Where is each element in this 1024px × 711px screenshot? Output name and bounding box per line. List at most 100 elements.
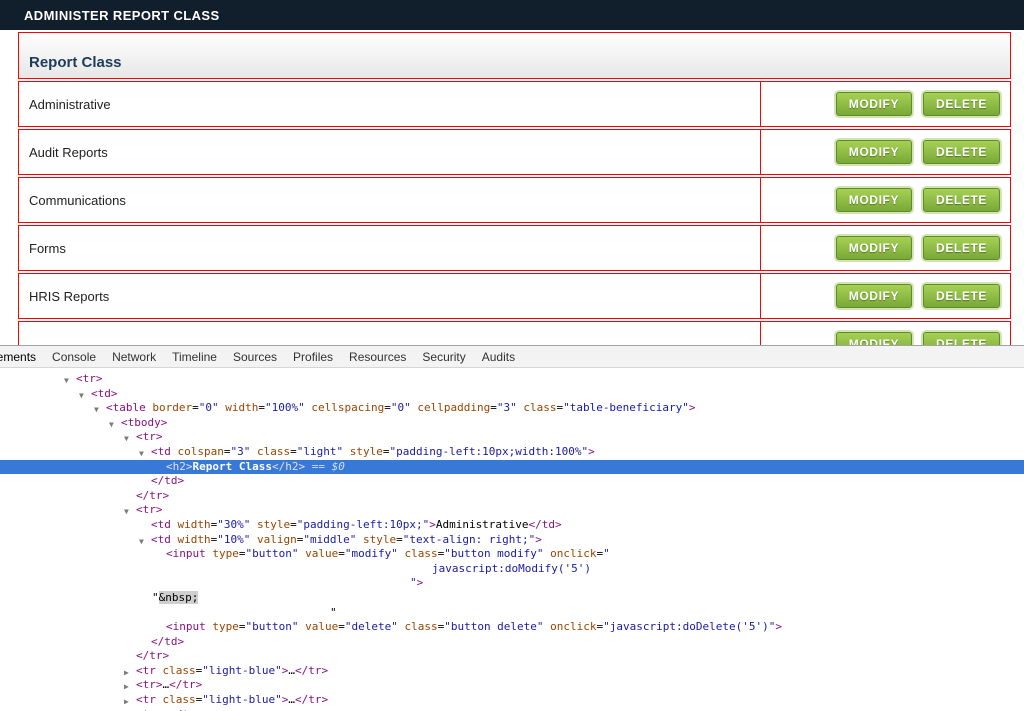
code-token: </h2>: [272, 460, 305, 473]
tab-timeline[interactable]: Timeline: [164, 346, 225, 367]
row-label: Administrative: [19, 82, 761, 126]
code-token: "0": [391, 401, 411, 414]
dom-tree-line[interactable]: ▶<tr class="light-blue">…</tr>: [0, 664, 1024, 679]
dom-tree-line[interactable]: ▶<tr>…</tr>: [0, 708, 1024, 711]
code-token: <h2>: [166, 460, 193, 473]
tab-security[interactable]: Security: [414, 346, 473, 367]
dom-tree-line[interactable]: ▼<tr>: [0, 430, 1024, 445]
modify-button[interactable]: MODIFY: [836, 188, 912, 212]
code-token: "3": [230, 445, 250, 458]
dom-tree-line[interactable]: </td>: [0, 635, 1024, 650]
tab-audits[interactable]: Audits: [474, 346, 523, 367]
delete-button[interactable]: DELETE: [923, 332, 1000, 345]
code-token: valign: [257, 533, 297, 546]
code-token: =: [290, 445, 297, 458]
code-token: "modify": [345, 547, 398, 560]
devtools-tabbar: ElementsConsoleNetworkTimelineSourcesPro…: [0, 346, 1024, 368]
code-token: class: [163, 664, 196, 677]
tab-sources[interactable]: Sources: [225, 346, 285, 367]
code-token: "button modify": [444, 547, 543, 560]
code-token: "middle": [303, 533, 356, 546]
code-token: <td: [151, 445, 178, 458]
delete-button[interactable]: DELETE: [923, 236, 1000, 260]
code-token: =: [384, 401, 391, 414]
code-token: =: [290, 518, 297, 531]
code-token: </tr>: [169, 678, 202, 691]
table-row: HRIS ReportsMODIFYDELETE: [18, 273, 1011, 319]
code-token: ": [603, 547, 610, 560]
code-token: class: [404, 620, 437, 633]
tab-elements[interactable]: Elements: [0, 346, 44, 367]
code-token: class: [404, 547, 437, 560]
dom-tree-line[interactable]: ▶<tr class="light-blue">…</tr>: [0, 693, 1024, 708]
code-token: >: [775, 620, 782, 633]
code-token: class: [163, 693, 196, 706]
dom-tree-line[interactable]: <input type="button" value="delete" clas…: [0, 620, 1024, 635]
row-label: Forms: [19, 226, 761, 270]
code-token: "3": [497, 401, 517, 414]
delete-button[interactable]: DELETE: [923, 188, 1000, 212]
code-token: <tbody>: [121, 416, 167, 429]
code-token: "javascript:doDelete('5')": [603, 620, 775, 633]
dom-tree-line[interactable]: ▼<tbody>: [0, 416, 1024, 431]
code-token: "button delete": [444, 620, 543, 633]
code-token: "light-blue": [202, 693, 281, 706]
tab-resources[interactable]: Resources: [341, 346, 414, 367]
code-token: "100%": [265, 401, 305, 414]
code-token: "10%": [217, 533, 250, 546]
code-token: <td>: [91, 387, 118, 400]
code-token: <input: [166, 547, 212, 560]
dom-tree-line[interactable]: </tr>: [0, 489, 1024, 504]
dom-tree-line[interactable]: ▼<tr>: [0, 503, 1024, 518]
dom-tree-line[interactable]: <h2>Report Class</h2> == $0: [0, 460, 1024, 475]
dom-tree-line[interactable]: ▼<table border="0" width="100%" cellspac…: [0, 401, 1024, 416]
table-row: Audit ReportsMODIFYDELETE: [18, 129, 1011, 175]
dom-tree-line[interactable]: ▼<td colspan="3" class="light" style="pa…: [0, 445, 1024, 460]
modify-button[interactable]: MODIFY: [836, 140, 912, 164]
dom-tree-line[interactable]: ▼<tr>: [0, 372, 1024, 387]
code-token: <tr>: [136, 430, 163, 443]
dom-tree-line[interactable]: </td>: [0, 474, 1024, 489]
code-token: <tr>: [136, 503, 163, 516]
code-token: [250, 518, 257, 531]
delete-button[interactable]: DELETE: [923, 284, 1000, 308]
dom-tree-line[interactable]: ▼<td width="10%" valign="middle" style="…: [0, 533, 1024, 548]
tab-network[interactable]: Network: [104, 346, 164, 367]
code-token: ": [152, 591, 159, 604]
modify-button[interactable]: MODIFY: [836, 236, 912, 260]
code-token: </tr>: [295, 664, 328, 677]
code-token: >: [417, 576, 424, 589]
row-actions: MODIFY DELETE: [761, 82, 1010, 126]
tab-profiles[interactable]: Profiles: [285, 346, 341, 367]
code-token: Report Class: [193, 460, 272, 473]
dom-tree-line[interactable]: "&nbsp;: [0, 591, 1024, 606]
dom-tree-line[interactable]: javascript:doModify('5'): [0, 562, 1024, 577]
code-token: width: [225, 401, 258, 414]
code-token: value: [305, 620, 338, 633]
code-token: =: [490, 401, 497, 414]
delete-button[interactable]: DELETE: [923, 140, 1000, 164]
dom-tree-line[interactable]: </tr>: [0, 649, 1024, 664]
dom-tree-line[interactable]: ▼<td>: [0, 387, 1024, 402]
modify-button[interactable]: MODIFY: [836, 284, 912, 308]
tab-console[interactable]: Console: [44, 346, 104, 367]
code-token: >: [535, 533, 542, 546]
code-token: </tr>: [295, 693, 328, 706]
code-token: "padding-left:10px;width:100%": [389, 445, 588, 458]
code-token: class: [523, 401, 556, 414]
code-token: >: [588, 445, 595, 458]
delete-button[interactable]: DELETE: [923, 92, 1000, 116]
code-token: style: [363, 533, 396, 546]
modify-button[interactable]: MODIFY: [836, 92, 912, 116]
devtools-panel: ElementsConsoleNetworkTimelineSourcesPro…: [0, 345, 1024, 711]
code-token: </td>: [151, 474, 184, 487]
dom-tree-line[interactable]: <td width="30%" style="padding-left:10px…: [0, 518, 1024, 533]
dom-tree-line[interactable]: ">: [0, 576, 1024, 591]
code-token: …: [288, 693, 295, 706]
code-token: Administrative: [436, 518, 529, 531]
dom-tree-line[interactable]: ": [0, 606, 1024, 621]
code-token: </tr>: [169, 708, 202, 711]
dom-tree-line[interactable]: <input type="button" value="modify" clas…: [0, 547, 1024, 562]
dom-tree-line[interactable]: ▶<tr>…</tr>: [0, 678, 1024, 693]
modify-button[interactable]: MODIFY: [836, 332, 912, 345]
